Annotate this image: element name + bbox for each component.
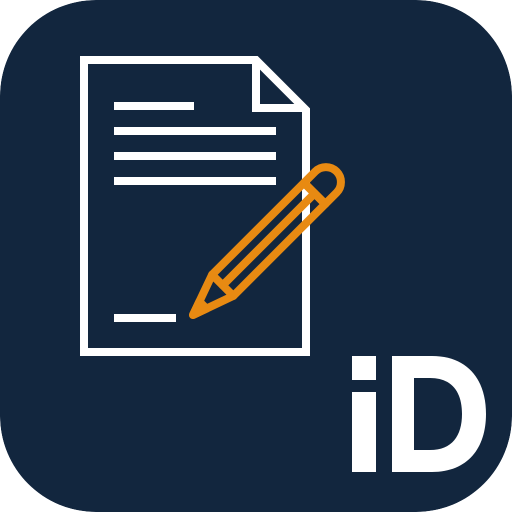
app-icon[interactable] xyxy=(0,0,512,512)
id-badge-i-stem xyxy=(352,392,376,472)
app-icon-graphic xyxy=(0,0,512,512)
id-badge-i-dot xyxy=(352,356,376,380)
